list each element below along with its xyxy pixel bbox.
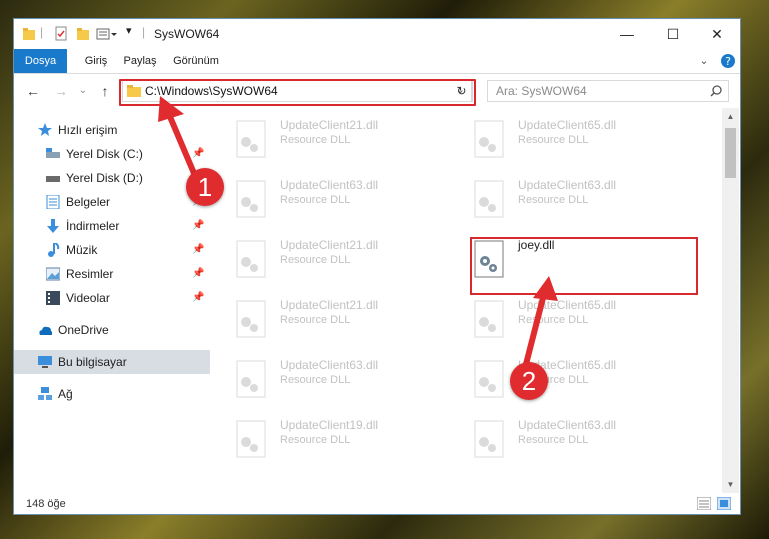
arrow-2-head [533,276,558,301]
step-badge-1: 1 [186,168,224,206]
annotation-arrows [158,96,558,375]
arrow-1-line [165,109,199,181]
step-badge-2: 2 [510,362,548,400]
arrow-2-line [521,291,547,375]
